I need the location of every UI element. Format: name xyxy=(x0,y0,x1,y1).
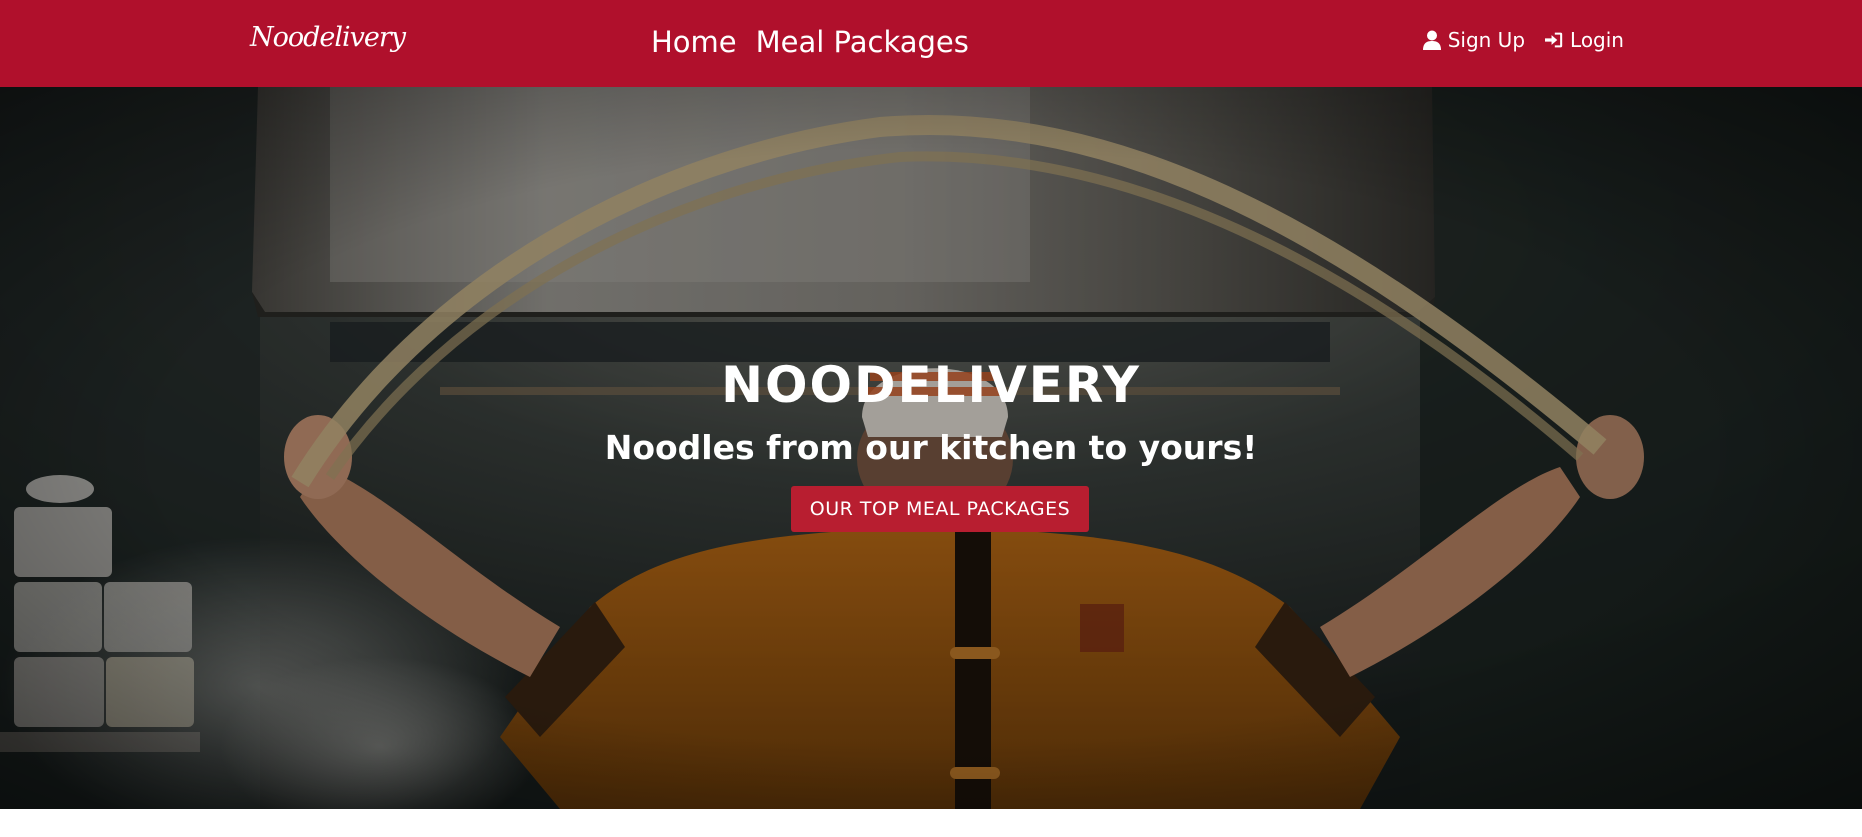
main-nav: Home Meal Packages xyxy=(651,22,969,62)
login-label: Login xyxy=(1570,28,1624,52)
hero-section: NOODELIVERY Noodles from our kitchen to … xyxy=(0,87,1862,809)
brand-logo[interactable]: Noodelivery xyxy=(250,22,406,53)
auth-nav: Sign Up Login xyxy=(1422,28,1624,52)
signup-link[interactable]: Sign Up xyxy=(1422,28,1526,52)
sign-in-icon xyxy=(1545,32,1563,48)
top-meal-packages-button[interactable]: OUR TOP MEAL PACKAGES xyxy=(791,486,1089,532)
hero-content: NOODELIVERY Noodles from our kitchen to … xyxy=(0,87,1862,809)
nav-link-home[interactable]: Home xyxy=(651,22,737,62)
user-icon xyxy=(1422,30,1441,50)
hero-subtitle: Noodles from our kitchen to yours! xyxy=(604,428,1258,467)
navbar: Noodelivery Home Meal Packages Sign Up L… xyxy=(0,0,1862,87)
login-link[interactable]: Login xyxy=(1545,28,1624,52)
nav-link-meal-packages[interactable]: Meal Packages xyxy=(756,22,969,62)
signup-label: Sign Up xyxy=(1447,28,1526,52)
hero-title: NOODELIVERY xyxy=(721,356,1141,414)
